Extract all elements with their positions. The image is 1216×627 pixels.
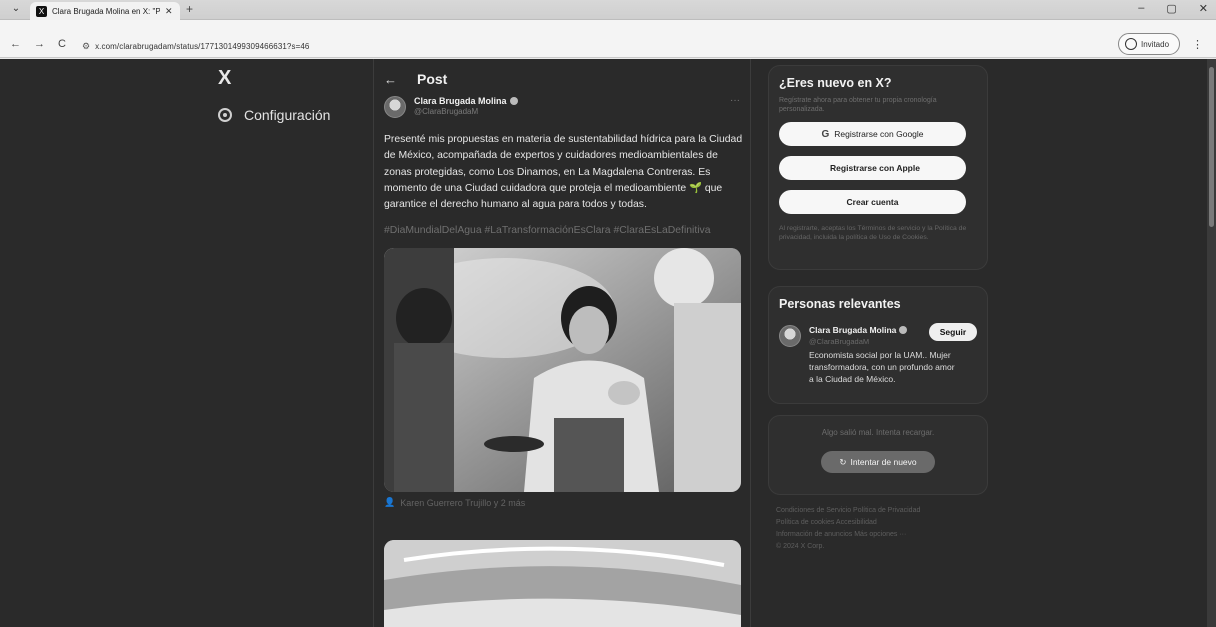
- footer-line[interactable]: Condiciones de Servicio Política de Priv…: [776, 505, 986, 517]
- page-viewport: X Configuración ← Post Clara Brugada Mol…: [0, 59, 1216, 627]
- retry-label: Intentar de nuevo: [850, 457, 917, 467]
- back-arrow-icon[interactable]: ←: [384, 72, 397, 87]
- trends-error-card: Algo salió mal. Intenta recargar. ↻ Inte…: [768, 415, 988, 495]
- footer-line[interactable]: Información de anuncios Más opciones ···: [776, 529, 986, 541]
- google-icon: G: [821, 128, 830, 140]
- author-handle[interactable]: @ClaraBrugadaM: [414, 107, 518, 116]
- footer-copyright: © 2024 X Corp.: [776, 543, 825, 550]
- post-photo-image: [384, 248, 741, 492]
- close-window-button[interactable]: ✕: [1199, 2, 1208, 15]
- footer-line[interactable]: Política de cookies Accesibilidad: [776, 517, 986, 529]
- post-photo[interactable]: [384, 248, 741, 492]
- error-message: Algo salió mal. Intenta recargar.: [821, 428, 935, 437]
- signup-legal-text: Al registrarte, aceptas los Términos de …: [779, 225, 967, 241]
- photo-tags[interactable]: 👤 Karen Guerrero Trujillo y 2 más: [384, 497, 525, 508]
- more-options-icon[interactable]: ···: [730, 95, 740, 106]
- relevant-people-title: Personas relevantes: [779, 297, 901, 311]
- verified-badge-icon: [899, 326, 908, 334]
- reload-button[interactable]: C: [58, 38, 66, 50]
- nav-item-settings[interactable]: Configuración: [218, 107, 330, 123]
- retry-button[interactable]: ↻ Intentar de nuevo: [821, 451, 935, 473]
- page-scrollbar[interactable]: [1207, 59, 1216, 627]
- nav-settings-label: Configuración: [244, 107, 331, 123]
- window-controls: – ▢ ✕: [1138, 2, 1208, 15]
- profile-button[interactable]: Invitado: [1118, 33, 1180, 55]
- author-name-text[interactable]: Clara Brugada Molina: [414, 96, 507, 106]
- signup-title: ¿Eres nuevo en X?: [779, 76, 892, 90]
- x-logo-icon[interactable]: X: [218, 67, 231, 90]
- signup-card: ¿Eres nuevo en X? Regístrate ahora para …: [768, 65, 988, 270]
- signup-apple-button[interactable]: Registrarse con Apple: [779, 156, 966, 180]
- create-account-button[interactable]: Crear cuenta: [779, 190, 966, 214]
- guest-profile-icon: [1125, 38, 1137, 50]
- post-photo-2[interactable]: [384, 540, 741, 627]
- signup-subtitle: Regístrate ahora para obtener tu propia …: [779, 97, 937, 113]
- profile-label: Invitado: [1141, 39, 1170, 49]
- gear-icon: [218, 108, 232, 122]
- tab-title: Clara Brugada Molina en X: "Pr…: [52, 6, 160, 16]
- maximize-button[interactable]: ▢: [1166, 2, 1176, 15]
- x-favicon-icon: X: [36, 5, 47, 17]
- browser-toolbar: ← → C ⚙ x.com/clarabrugadam/status/17713…: [0, 20, 1216, 58]
- footer-links: Condiciones de Servicio Política de Priv…: [776, 505, 986, 553]
- browser-menu-button[interactable]: ⋮: [1192, 38, 1203, 51]
- person-name-text[interactable]: Clara Brugada Molina: [809, 325, 896, 335]
- post-text: Presenté mis propuestas en materia de su…: [384, 134, 743, 211]
- post-photo-2-image: [384, 540, 741, 627]
- post-hashtags[interactable]: #DiaMundialDelAgua #LaTransformaciónEsCl…: [384, 225, 746, 236]
- photo-tags-text: Karen Guerrero Trujillo y 2 más: [400, 497, 526, 508]
- verified-badge-icon: [509, 97, 518, 105]
- relevant-people-card: Personas relevantes Clara Brugada Molina…: [768, 286, 988, 404]
- post-author: Clara Brugada Molina @ClaraBrugadaM: [384, 96, 518, 118]
- person-row[interactable]: Clara Brugada Molina @ClaraBrugadaM Econ…: [779, 323, 977, 385]
- person-icon: 👤: [384, 497, 396, 507]
- back-button[interactable]: ←: [10, 38, 21, 50]
- author-name[interactable]: Clara Brugada Molina: [414, 96, 518, 106]
- site-info-icon[interactable]: ⚙: [82, 41, 90, 52]
- avatar[interactable]: [384, 96, 406, 118]
- forward-button[interactable]: →: [34, 38, 45, 50]
- url-text[interactable]: x.com/clarabrugadam/status/1771301499309…: [95, 42, 309, 51]
- minimize-button[interactable]: –: [1138, 2, 1144, 15]
- person-bio: Economista social por la UAM.. Mujer tra…: [809, 350, 955, 384]
- tab-close-icon[interactable]: ✕: [165, 6, 173, 17]
- refresh-icon: ↻: [839, 456, 847, 467]
- post-header: ← Post: [384, 71, 447, 87]
- signup-google-label: Registrarse con Google: [834, 129, 924, 139]
- signup-google-button[interactable]: G Registrarse con Google: [779, 122, 966, 146]
- new-tab-button[interactable]: +: [186, 2, 193, 16]
- address-bar[interactable]: ⚙ x.com/clarabrugadam/status/17713014993…: [82, 37, 1112, 55]
- page-title: Post: [417, 71, 448, 87]
- follow-button[interactable]: Seguir: [929, 323, 977, 341]
- browser-tab[interactable]: X Clara Brugada Molina en X: "Pr… ✕: [30, 2, 180, 20]
- avatar[interactable]: [779, 325, 801, 347]
- main-column: ← Post Clara Brugada Molina @ClaraBrugad…: [373, 59, 751, 627]
- tab-strip: ⌄ X Clara Brugada Molina en X: "Pr… ✕ + …: [0, 0, 1216, 20]
- scrollbar-thumb[interactable]: [1209, 67, 1214, 227]
- signup-apple-label: Registrarse con Apple: [830, 163, 920, 173]
- tab-search-button[interactable]: ⌄: [8, 3, 24, 17]
